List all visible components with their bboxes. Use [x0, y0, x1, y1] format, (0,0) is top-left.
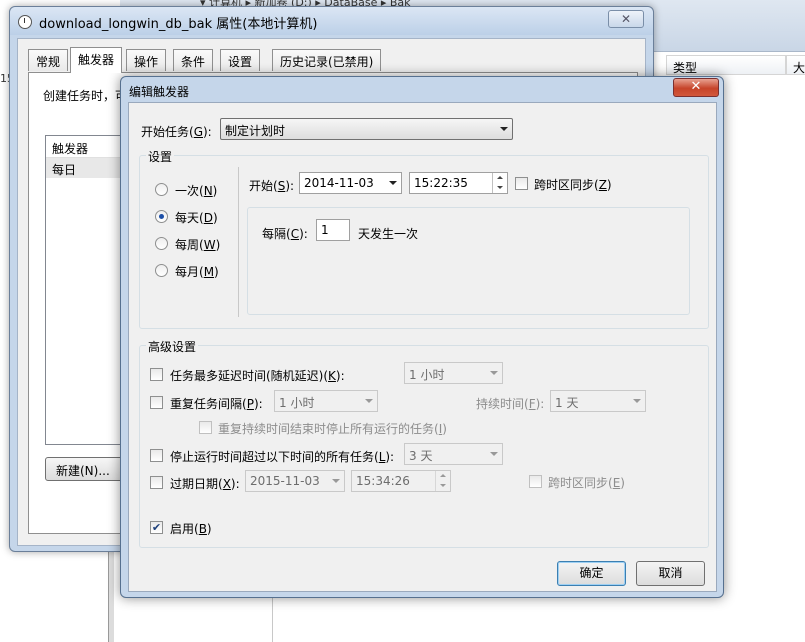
properties-close-button[interactable]: ✕ [608, 10, 644, 28]
radio-monthly[interactable] [155, 264, 168, 277]
tab-general[interactable]: 常规 [28, 49, 69, 71]
radio-once[interactable] [155, 183, 168, 196]
expire-date-picker[interactable]: 2015-11-03 [245, 470, 345, 492]
repeat-checkbox[interactable] [150, 396, 163, 409]
cancel-button[interactable]: 取消 [636, 561, 705, 586]
stop-longer-checkbox[interactable] [150, 449, 163, 462]
repeat-label[interactable]: 重复任务间隔(P): [170, 395, 263, 412]
settings-group-title: 设置 [146, 148, 175, 165]
chevron-down-icon [332, 479, 340, 483]
radio-daily-label[interactable]: 每天(D) [175, 209, 218, 226]
stop-longer-label[interactable]: 停止运行时间超过以下时间的所有任务(L): [170, 448, 394, 465]
edit-trigger-title: 编辑触发器 [129, 85, 190, 99]
duration-label: 持续时间(F): [476, 397, 545, 411]
stop-longer-dropdown[interactable]: 3 天 [404, 443, 503, 465]
recur-days-input[interactable]: 1 [316, 219, 350, 241]
start-task-dropdown[interactable]: 制定计划时 [220, 118, 513, 140]
chevron-down-icon [633, 399, 641, 403]
schedule-radio-group: 一次(N) 每天(D) 每周(W) 每月(M) [155, 183, 235, 323]
properties-title: download_longwin_db_bak 属性(本地计算机) [39, 17, 318, 32]
edit-trigger-titlebar[interactable]: 编辑触发器 ✕ [121, 77, 723, 101]
expire-label[interactable]: 过期日期(X): [170, 475, 240, 492]
start-label: 开始(S): [249, 179, 295, 193]
time-spin-buttons[interactable] [435, 471, 450, 491]
enabled-checkbox[interactable]: ✔ [150, 521, 163, 534]
tab-history[interactable]: 历史记录(已禁用) [272, 49, 382, 71]
recur-unit-label: 天发生一次 [358, 227, 419, 241]
radio-weekly-label[interactable]: 每周(W) [175, 236, 220, 253]
column-header-size[interactable]: 大 [786, 55, 805, 75]
triggers-description: 创建任务时，可 [43, 89, 128, 103]
chevron-down-icon [500, 127, 508, 131]
start-time-spinner[interactable]: 15:22:35 [409, 172, 508, 194]
duration-dropdown[interactable]: 1 天 [550, 390, 646, 412]
start-date-picker[interactable]: 2014-11-03 [299, 172, 402, 194]
expire-sync-timezone-label[interactable]: 跨时区同步(E) [548, 474, 625, 491]
enabled-label[interactable]: 启用(B) [170, 520, 212, 537]
sync-timezone-checkbox[interactable] [515, 177, 528, 190]
chevron-down-icon [490, 452, 498, 456]
sync-timezone-label[interactable]: 跨时区同步(Z) [534, 176, 612, 193]
repeat-interval-dropdown[interactable]: 1 小时 [274, 390, 378, 412]
recur-every-label: 每隔(C): [262, 227, 308, 241]
edit-trigger-close-button[interactable]: ✕ [673, 78, 719, 97]
tab-actions[interactable]: 操作 [126, 49, 167, 71]
advanced-settings-title: 高级设置 [146, 338, 199, 355]
tab-triggers[interactable]: 触发器 [70, 47, 123, 73]
edit-trigger-body: 开始任务(G): 制定计划时 设置 一次(N) 每天(D) 每周(W) 每月(M… [128, 102, 717, 592]
radio-weekly[interactable] [155, 237, 168, 250]
column-header-type[interactable]: 类型 [666, 55, 786, 75]
expire-checkbox[interactable] [150, 476, 163, 489]
radio-monthly-label[interactable]: 每月(M) [175, 263, 219, 280]
explorer-divider [272, 596, 273, 642]
chevron-down-icon [365, 399, 373, 403]
ok-button[interactable]: 确定 [557, 561, 626, 586]
start-task-label: 开始任务(G): [141, 125, 212, 139]
new-trigger-button[interactable]: 新建(N)... [45, 457, 127, 481]
delay-checkbox[interactable] [150, 368, 163, 381]
tab-conditions[interactable]: 条件 [173, 49, 214, 71]
radio-daily[interactable] [155, 210, 168, 223]
recurrence-panel [247, 207, 690, 315]
stop-at-end-checkbox[interactable] [199, 421, 212, 434]
expire-time-spinner[interactable]: 15:34:26 [351, 470, 451, 492]
checkmark-icon: ✔ [151, 521, 162, 534]
delay-label[interactable]: 任务最多延迟时间(随机延迟)(K): [170, 367, 345, 384]
delay-dropdown[interactable]: 1 小时 [404, 362, 503, 384]
tab-settings[interactable]: 设置 [220, 49, 261, 71]
settings-divider [238, 167, 239, 317]
time-spin-buttons[interactable] [492, 173, 507, 193]
edit-trigger-dialog: 编辑触发器 ✕ 开始任务(G): 制定计划时 设置 一次(N) 每天(D) 每周… [120, 76, 724, 598]
chevron-down-icon [389, 181, 397, 185]
stop-at-end-label[interactable]: 重复持续时间结束时停止所有运行的任务(I) [218, 420, 447, 437]
chevron-down-icon [490, 371, 498, 375]
expire-sync-timezone-checkbox[interactable] [529, 475, 542, 488]
radio-once-label[interactable]: 一次(N) [175, 182, 217, 199]
properties-titlebar[interactable]: download_longwin_db_bak 属性(本地计算机) ✕ [10, 7, 653, 35]
explorer-scrollbar[interactable] [108, 540, 114, 642]
clock-icon [18, 15, 32, 29]
